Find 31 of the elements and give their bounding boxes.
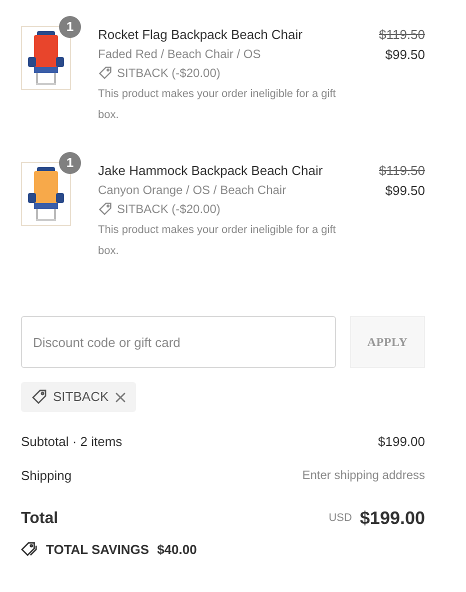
currency-code: USD bbox=[328, 511, 352, 526]
tag-icon bbox=[98, 66, 112, 80]
discount-code: SITBACK bbox=[53, 388, 109, 406]
discount-text: SITBACK (-$20.00) bbox=[117, 65, 220, 82]
gift-box-note: This product makes your order ineligible for a gift box. bbox=[98, 87, 337, 123]
apply-button[interactable]: APPLY bbox=[350, 316, 425, 368]
variant-text: Canyon Orange / OS / Beach Chair bbox=[98, 182, 288, 199]
original-price: $119.50 bbox=[378, 162, 425, 180]
discount-text: SITBACK (-$20.00) bbox=[117, 201, 220, 218]
quantity-badge: 1 bbox=[59, 152, 81, 174]
quantity-badge: 1 bbox=[59, 16, 81, 38]
price: $99.50 bbox=[384, 182, 425, 200]
product-name: Rocket Flag Backpack Beach Chair bbox=[98, 26, 304, 44]
summary-value: Enter shipping address bbox=[302, 467, 425, 484]
price: $99.50 bbox=[384, 46, 425, 64]
total-savings-label: TOTAL SAVINGS bbox=[46, 541, 150, 559]
tags-icon bbox=[21, 541, 38, 558]
summary-label: Shipping bbox=[21, 466, 72, 485]
tag-icon bbox=[31, 389, 47, 405]
discount-code-field[interactable]: Discount code or gift card bbox=[21, 316, 336, 368]
tag-icon bbox=[98, 202, 112, 216]
summary-value: $199.00 bbox=[378, 433, 425, 451]
total-savings-value: $40.00 bbox=[157, 541, 197, 559]
total-value: $199.00 bbox=[360, 507, 425, 530]
product-name: Jake Hammock Backpack Beach Chair bbox=[98, 162, 324, 180]
variant-text: Faded Red / Beach Chair / OS bbox=[98, 46, 262, 63]
original-price: $119.50 bbox=[378, 26, 425, 44]
gift-box-note: This product makes your order ineligible for a gift box. bbox=[98, 223, 337, 259]
total-label: Total bbox=[21, 508, 58, 528]
close-icon[interactable] bbox=[114, 392, 126, 402]
summary-label: Subtotal · 2 items bbox=[21, 433, 122, 451]
